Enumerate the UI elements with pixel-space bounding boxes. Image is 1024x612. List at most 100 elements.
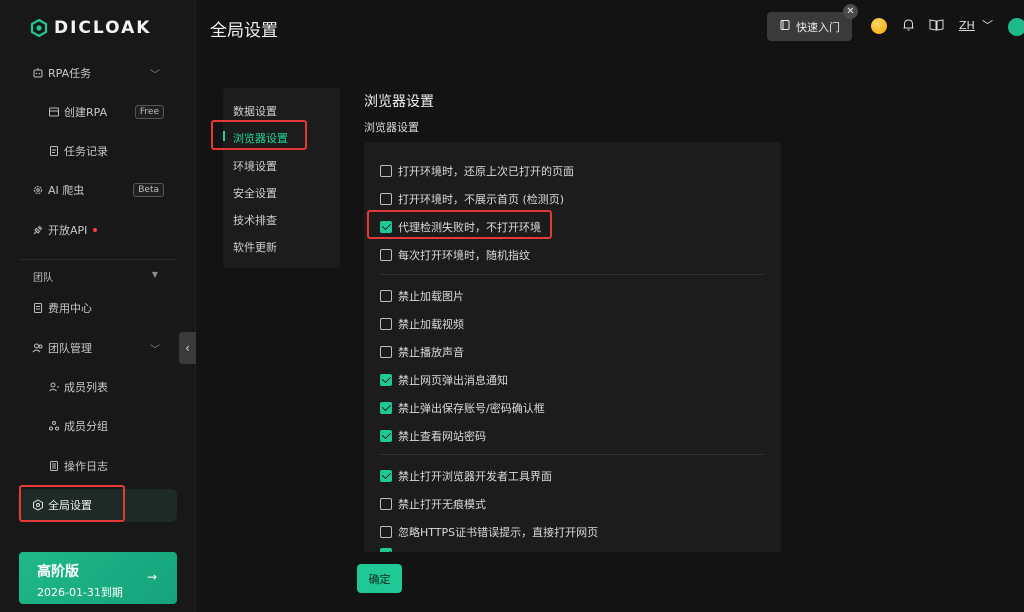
subnav-item-security[interactable]: 安全设置 (233, 185, 277, 201)
checkbox-checked[interactable] (380, 430, 392, 442)
quick-start-button[interactable]: 快速入门 (767, 12, 852, 41)
subnav-item-data[interactable]: 数据设置 (233, 103, 277, 119)
sidebar-item-label: 开放API (48, 224, 88, 237)
checkbox[interactable] (380, 165, 392, 177)
checkbox[interactable] (380, 193, 392, 205)
chevron-down-icon: ﹀ (150, 69, 160, 81)
sidebar-item-groups[interactable]: 成员分组 (0, 415, 196, 437)
option-row[interactable]: 禁止打开浏览器开发者工具界面 (380, 468, 552, 484)
document-icon (48, 145, 60, 157)
checkbox[interactable] (380, 318, 392, 330)
arrow-right-icon: → (146, 570, 157, 584)
option-label: 禁止播放声音 (398, 346, 464, 359)
option-row[interactable]: 打开环境时，还原上次已打开的页面 (380, 163, 574, 179)
premium-expiry: 2026-01-31到期 (37, 586, 123, 599)
checkbox[interactable] (380, 290, 392, 302)
option-label: 禁止网页弹出消息通知 (398, 374, 508, 387)
page-title: 全局设置 (210, 21, 278, 41)
avatar[interactable] (1008, 18, 1024, 36)
subnav-item-troubleshoot[interactable]: 技术排查 (233, 212, 277, 228)
option-label: 禁止加载图片 (398, 290, 464, 303)
store-icon (48, 106, 60, 118)
sidebar-item-label: AI 爬虫 (48, 184, 85, 197)
option-row[interactable]: 禁止网页弹出消息通知 (380, 372, 508, 388)
book-icon (779, 19, 791, 34)
option-row[interactable]: 禁止弹出保存账号/密码确认框 (380, 400, 545, 416)
option-label: 禁止打开浏览器开发者工具界面 (398, 470, 552, 483)
chevron-down-icon[interactable]: ﹀ (982, 17, 993, 33)
premium-plan-card[interactable]: 高阶版 2026-01-31到期 → (19, 552, 177, 604)
checkbox-checked[interactable] (380, 402, 392, 414)
option-label: 禁止弹出保存账号/密码确认框 (398, 402, 545, 415)
language-selector[interactable]: ZH (959, 19, 975, 32)
option-row[interactable]: 打开环境时，不展示首页 (检测页) (380, 191, 564, 207)
logo-icon (30, 18, 48, 38)
subnav-item-update[interactable]: 软件更新 (233, 239, 277, 255)
team-section-toggle[interactable]: ▼ (0, 263, 196, 285)
sidebar-item-ai-crawler[interactable]: AI 爬虫 Beta (0, 179, 196, 201)
free-badge: Free (134, 105, 164, 119)
sidebar-item-billing[interactable]: 费用中心 (0, 297, 196, 319)
sidebar-item-label: 创建RPA (64, 106, 108, 119)
sidebar-item-label: RPA任务 (48, 67, 92, 80)
option-label: 禁止打开无痕模式 (398, 498, 486, 511)
checkbox[interactable] (380, 498, 392, 510)
sidebar-item-members[interactable]: 成员列表 (0, 376, 196, 398)
robot-icon (32, 67, 44, 79)
bell-icon[interactable] (902, 18, 915, 36)
receipt-icon (32, 302, 44, 314)
user-list-icon (48, 381, 60, 393)
option-row-partial[interactable] (380, 548, 398, 552)
option-row[interactable]: 禁止加载图片 (380, 288, 464, 304)
option-row[interactable]: 禁止查看网站密码 (380, 428, 486, 444)
option-row[interactable]: 忽略HTTPS证书错误提示，直接打开网页 (380, 524, 598, 540)
sidebar-item-label: 团队管理 (48, 342, 92, 355)
checkbox[interactable] (380, 526, 392, 538)
highlight-box-browser-settings (211, 120, 307, 150)
brand-name: DICLOAK (54, 18, 152, 38)
gear-icon (32, 184, 44, 196)
option-label: 打开环境时，不展示首页 (检测页) (398, 193, 565, 206)
option-row[interactable]: 禁止播放声音 (380, 344, 464, 360)
close-icon[interactable]: ✕ (843, 4, 858, 19)
panel-divider (380, 454, 765, 455)
sidebar-item-label: 成员分组 (64, 420, 108, 433)
option-row[interactable]: 禁止加载视频 (380, 316, 464, 332)
option-row[interactable]: 禁止打开无痕模式 (380, 496, 486, 512)
sidebar-item-team-mgmt[interactable]: 团队管理 ﹀ (0, 337, 196, 359)
sidebar-item-rpa[interactable]: RPA任务 ﹀ (0, 62, 196, 84)
group-icon (48, 420, 60, 432)
confirm-button[interactable]: 确定 (357, 564, 402, 593)
sidebar-item-op-log[interactable]: 操作日志 (0, 455, 196, 477)
checkbox-checked[interactable] (380, 470, 392, 482)
highlight-box-proxy-option (367, 210, 552, 239)
open-book-icon[interactable] (929, 18, 944, 35)
option-row[interactable]: 每次打开环境时，随机指纹 (380, 247, 530, 263)
option-label: 禁止查看网站密码 (398, 430, 486, 443)
coin-icon[interactable] (871, 18, 887, 34)
premium-title: 高阶版 (37, 564, 79, 580)
settings-subnav: 数据设置 浏览器设置 环境设置 安全设置 技术排查 软件更新 (223, 88, 340, 268)
checkbox-checked[interactable] (380, 374, 392, 386)
sidebar-item-task-log[interactable]: 任务记录 (0, 140, 196, 162)
sidebar-item-label: 费用中心 (48, 302, 92, 315)
sidebar-divider (20, 259, 176, 260)
sidebar-item-create-rpa[interactable]: 创建RPA Free (0, 101, 196, 123)
brand-logo[interactable]: DICLOAK (30, 17, 151, 39)
plug-icon (32, 224, 44, 236)
checkbox-checked[interactable] (380, 548, 392, 552)
subnav-item-environment[interactable]: 环境设置 (233, 158, 277, 174)
quick-start-label: 快速入门 (796, 20, 840, 34)
sidebar-item-open-api[interactable]: 开放API (0, 219, 196, 241)
chevron-left-icon: ‹ (185, 341, 190, 355)
sidebar-item-label: 成员列表 (64, 381, 108, 394)
notification-dot (93, 228, 98, 232)
option-label: 每次打开环境时，随机指纹 (398, 249, 530, 262)
users-icon (32, 342, 44, 354)
panel-divider (380, 274, 765, 275)
log-icon (48, 460, 60, 472)
sidebar-collapse-button[interactable]: ‹ (179, 332, 196, 364)
checkbox[interactable] (380, 346, 392, 358)
checkbox[interactable] (380, 249, 392, 261)
option-label: 忽略HTTPS证书错误提示，直接打开网页 (398, 526, 599, 539)
